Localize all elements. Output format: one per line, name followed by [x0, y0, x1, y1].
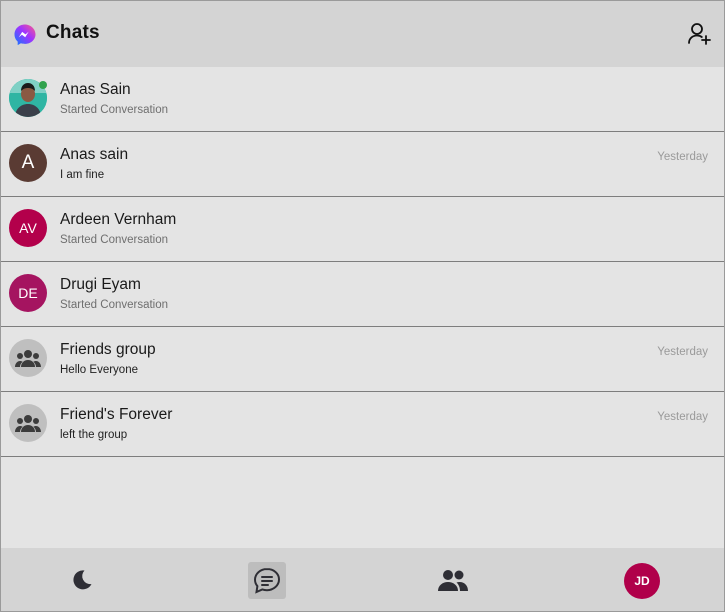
group-icon [15, 415, 41, 432]
chat-name: Ardeen Vernham [60, 211, 177, 228]
chat-preview: I am fine [60, 169, 105, 181]
chat-name: Drugi Eyam [60, 276, 141, 293]
chat-list: Anas Sain Started Conversation A Anas sa… [1, 67, 724, 457]
chat-preview: left the group [60, 429, 128, 441]
chats-tab-button[interactable] [248, 562, 286, 599]
avatar: A [9, 144, 47, 182]
avatar [9, 404, 47, 442]
add-person-icon [688, 23, 711, 45]
avatar: AV [9, 209, 47, 247]
list-item[interactable]: Friend's Forever left the group Yesterda… [1, 392, 724, 457]
chat-preview: Hello Everyone [60, 364, 138, 376]
list-item[interactable]: DE Drugi Eyam Started Conversation [1, 262, 724, 327]
group-icon [15, 350, 41, 367]
chat-name: Friend's Forever [60, 406, 173, 423]
list-item[interactable]: Anas Sain Started Conversation [1, 67, 724, 132]
chat-bubble-icon [253, 567, 281, 594]
people-tab-button[interactable] [437, 565, 469, 595]
chat-preview: Started Conversation [60, 299, 169, 311]
page-title: Chats [46, 22, 100, 43]
list-item[interactable]: AV Ardeen Vernham Started Conversation [1, 197, 724, 262]
bottom-nav: JD [1, 548, 724, 611]
chat-preview: Started Conversation [60, 104, 169, 116]
chat-name: Anas sain [60, 146, 129, 163]
chat-app: Chats Anas Sain Started Conversation A A… [0, 0, 725, 612]
chat-time: Yesterday [657, 151, 708, 163]
avatar: DE [9, 274, 47, 312]
avatar [9, 339, 47, 377]
people-icon [438, 570, 468, 591]
list-item[interactable]: A Anas sain I am fine Yesterday [1, 132, 724, 197]
chat-time: Yesterday [657, 346, 708, 358]
moon-icon [73, 570, 92, 590]
header: Chats [1, 1, 724, 67]
messenger-logo-icon [14, 24, 36, 46]
add-friend-button[interactable] [687, 21, 713, 47]
online-indicator [39, 81, 47, 89]
theme-toggle-button[interactable] [67, 565, 97, 595]
chat-name: Friends group [60, 341, 156, 358]
chat-time: Yesterday [657, 411, 708, 423]
chat-preview: Started Conversation [60, 234, 169, 246]
list-item[interactable]: Friends group Hello Everyone Yesterday [1, 327, 724, 392]
profile-avatar-button[interactable]: JD [624, 563, 660, 599]
chat-name: Anas Sain [60, 81, 131, 98]
